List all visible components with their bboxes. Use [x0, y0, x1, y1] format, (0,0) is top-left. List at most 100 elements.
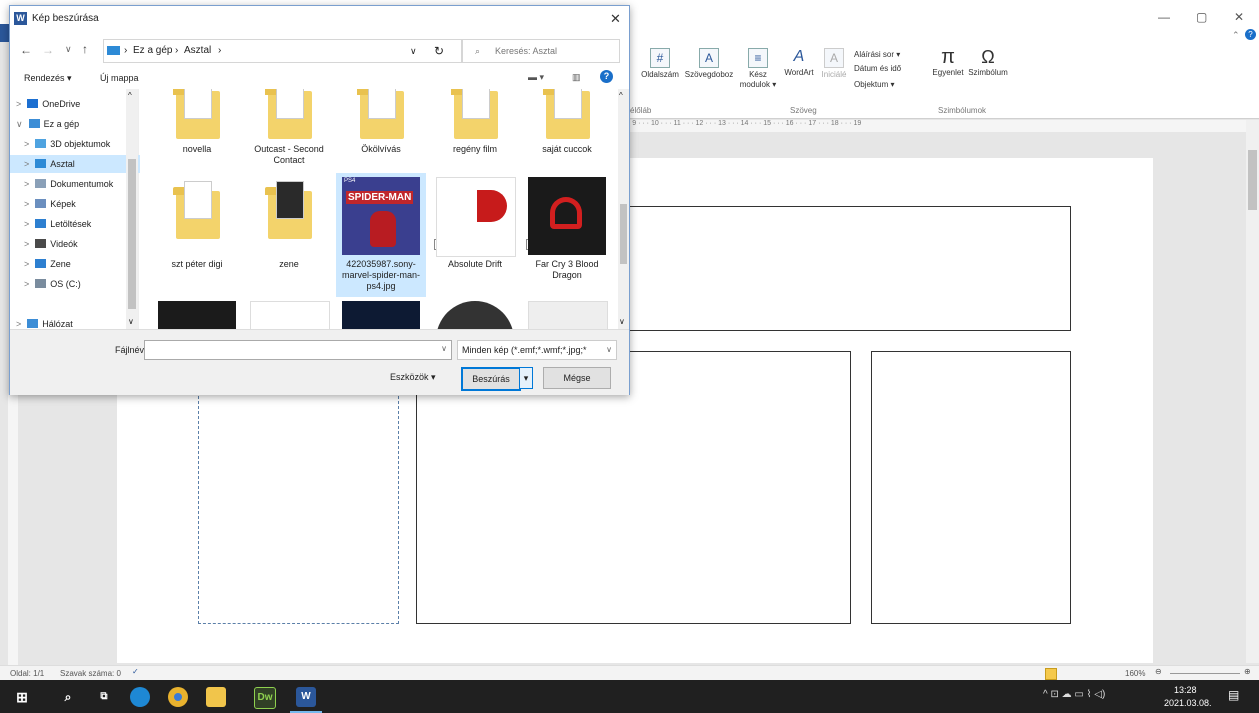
- sidebar-item-let-lt-sek[interactable]: > Letöltések: [10, 215, 91, 233]
- search-input[interactable]: ⌕ Keresés: Asztal: [462, 39, 620, 63]
- zoom-in-icon[interactable]: ⊕: [1244, 667, 1251, 676]
- expand-icon[interactable]: >: [24, 159, 29, 169]
- cancel-button[interactable]: Mégse: [543, 367, 611, 389]
- document-scrollbar[interactable]: [1246, 120, 1259, 663]
- page-number-button[interactable]: # Oldalszám: [640, 48, 680, 80]
- page-count[interactable]: Oldal: 1/1: [10, 669, 44, 678]
- file-explorer-icon[interactable]: [206, 687, 226, 707]
- ribbon-collapse-icon[interactable]: ⌃: [1232, 30, 1240, 41]
- expand-icon[interactable]: >: [24, 199, 29, 209]
- tools-menu[interactable]: Eszközök ▾: [390, 372, 436, 383]
- minimize-button[interactable]: —: [1158, 10, 1170, 24]
- file-type-filter[interactable]: Minden kép (*.emf;*.wmf;*.jpg;* ∨: [457, 340, 617, 360]
- zoom-out-icon[interactable]: ⊖: [1155, 667, 1162, 676]
- file-item[interactable]: novella: [152, 89, 242, 171]
- sidebar-item-k-pek[interactable]: > Képek: [10, 195, 76, 213]
- insert-options-dropdown[interactable]: ▾: [519, 367, 533, 389]
- zoom-slider[interactable]: [1170, 673, 1240, 674]
- help-icon[interactable]: ?: [1245, 29, 1256, 40]
- expand-icon[interactable]: >: [24, 179, 29, 189]
- chrome-icon[interactable]: [168, 687, 188, 707]
- sidebar-item-vide-k[interactable]: > Videók: [10, 235, 78, 253]
- signature-line-button[interactable]: Aláírási sor ▾: [854, 50, 900, 60]
- clock-date[interactable]: 2021.03.08.: [1164, 698, 1212, 708]
- file-item[interactable]: PS4 SPIDER-MAN 422035987.sony-marvel-spide…: [336, 173, 426, 297]
- scroll-down-icon[interactable]: ∨: [619, 317, 625, 326]
- file-item[interactable]: ↗Absolute Drift: [430, 173, 520, 297]
- expand-icon[interactable]: ∨: [16, 119, 23, 129]
- nav-scroll-thumb[interactable]: [128, 159, 136, 309]
- edge-icon[interactable]: [130, 687, 150, 707]
- sidebar-item-asztal[interactable]: > Asztal: [10, 155, 140, 173]
- dreamweaver-icon[interactable]: Dw: [254, 687, 276, 709]
- search-icon[interactable]: ⌕: [58, 687, 78, 707]
- expand-icon[interactable]: >: [24, 139, 29, 149]
- refresh-icon[interactable]: ↻: [434, 40, 444, 62]
- scroll-thumb[interactable]: [1248, 150, 1257, 210]
- expand-icon[interactable]: >: [24, 259, 29, 269]
- sidebar-item-zene[interactable]: > Zene: [10, 255, 71, 273]
- equation-button[interactable]: π Egyenlet: [930, 46, 966, 78]
- file-scrollbar[interactable]: ^ ∨: [618, 89, 629, 329]
- sidebar-item-os-c-[interactable]: > OS (C:): [10, 275, 81, 293]
- date-time-button[interactable]: Dátum és idő: [854, 64, 901, 74]
- up-icon[interactable]: ↑: [82, 42, 88, 56]
- textbox-button[interactable]: A Szövegdoboz: [684, 48, 734, 80]
- filename-input[interactable]: ∨: [144, 340, 452, 360]
- file-item[interactable]: regény film: [430, 89, 520, 171]
- file-item[interactable]: ↗Far Cry 3 Blood Dragon: [522, 173, 612, 297]
- notification-icon[interactable]: ▤: [1228, 688, 1239, 702]
- system-tray-icons[interactable]: ^ ⊡ ☁ ▭ ⌇ ◁): [1043, 689, 1105, 700]
- expand-icon[interactable]: >: [24, 279, 29, 289]
- breadcrumb-this-pc[interactable]: Ez a gép: [133, 40, 172, 62]
- close-button[interactable]: ✕: [1234, 10, 1244, 24]
- maximize-button[interactable]: ▢: [1196, 10, 1207, 24]
- expand-icon[interactable]: >: [16, 319, 21, 329]
- zoom-level[interactable]: 160%: [1125, 669, 1145, 678]
- sidebar-item-dokumentumok[interactable]: > Dokumentumok: [10, 175, 113, 193]
- file-item[interactable]: Outcast - Second Contact: [244, 89, 334, 171]
- scroll-up-icon[interactable]: ^: [619, 91, 623, 100]
- scroll-up-icon[interactable]: ^: [128, 91, 132, 100]
- close-icon[interactable]: ✕: [610, 11, 621, 27]
- windows-start-icon[interactable]: ⊞: [12, 687, 32, 707]
- proofing-icon[interactable]: ✓: [132, 667, 139, 676]
- address-bar[interactable]: › Ez a gép › Asztal › ∨ ↻: [103, 39, 462, 63]
- read-mode-icon[interactable]: [1045, 668, 1057, 680]
- sidebar-item-onedrive[interactable]: > OneDrive: [10, 95, 80, 113]
- recent-dropdown-icon[interactable]: ∨: [65, 44, 72, 55]
- view-menu-icon[interactable]: ▬ ▾: [528, 72, 544, 83]
- insert-button[interactable]: Beszúrás: [461, 367, 521, 391]
- forward-icon[interactable]: →: [42, 43, 54, 57]
- file-item[interactable]: Ökölvívás: [336, 89, 426, 171]
- file-scroll-thumb[interactable]: [620, 204, 627, 264]
- breadcrumb-desktop[interactable]: Asztal: [184, 40, 211, 62]
- quick-parts-button[interactable]: ≡ Kész modulok ▾: [738, 48, 778, 90]
- wordart-button[interactable]: A WordArt: [780, 48, 818, 78]
- word-icon[interactable]: W: [296, 687, 316, 707]
- word-count[interactable]: Szavak száma: 0: [60, 669, 121, 678]
- shape-selected-rectangle[interactable]: [198, 386, 399, 624]
- nav-scrollbar[interactable]: ^ ∨: [126, 89, 138, 329]
- expand-icon[interactable]: >: [24, 239, 29, 249]
- chevron-down-icon[interactable]: ∨: [441, 344, 447, 353]
- sidebar-item-3d-objektumok[interactable]: >3D objektumok: [10, 135, 110, 153]
- new-folder-button[interactable]: Új mappa: [100, 73, 139, 83]
- shape-right-rectangle[interactable]: [871, 351, 1071, 624]
- expand-icon[interactable]: >: [24, 219, 29, 229]
- scroll-down-icon[interactable]: ∨: [128, 317, 134, 326]
- back-icon[interactable]: ←: [20, 43, 32, 57]
- help-icon[interactable]: ?: [600, 70, 613, 83]
- task-view-icon[interactable]: ⧉: [94, 687, 114, 707]
- preview-pane-icon[interactable]: ▥: [572, 72, 581, 83]
- sidebar-item-ez-a-g-p[interactable]: ∨ Ez a gép: [10, 115, 79, 133]
- file-item[interactable]: saját cuccok: [522, 89, 612, 171]
- object-button[interactable]: Objektum ▾: [854, 80, 894, 90]
- dropcap-button[interactable]: A Iniciálé: [818, 48, 850, 80]
- expand-icon[interactable]: >: [16, 99, 21, 109]
- file-item[interactable]: zene: [244, 173, 334, 297]
- clock-time[interactable]: 13:28: [1174, 685, 1197, 695]
- file-item[interactable]: szt péter digi: [152, 173, 242, 297]
- symbol-button[interactable]: Ω Szimbólum: [966, 46, 1010, 78]
- organize-button[interactable]: Rendezés ▾: [24, 73, 72, 84]
